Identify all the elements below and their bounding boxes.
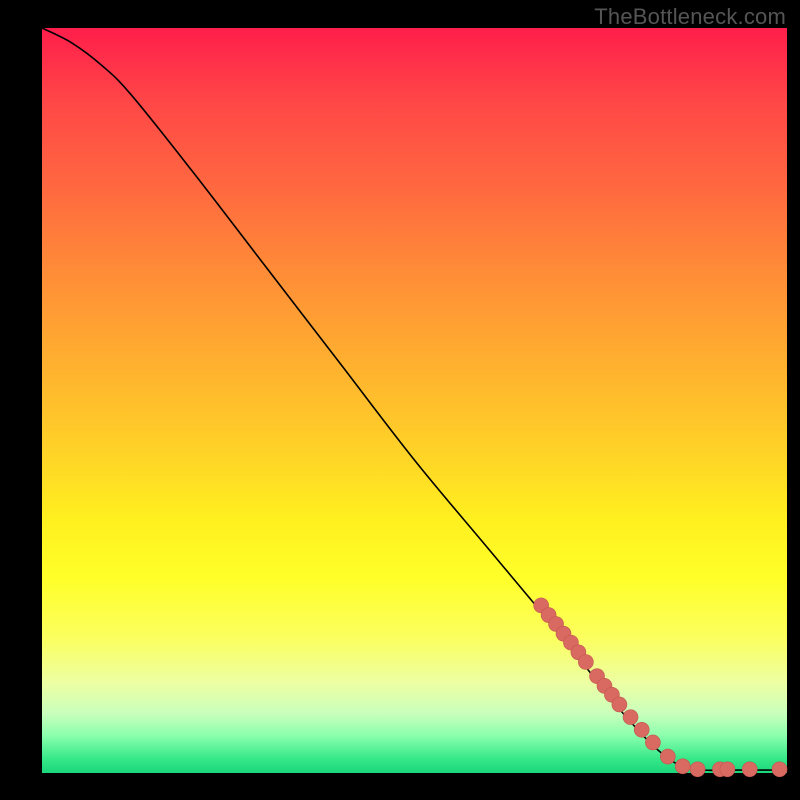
data-point (675, 759, 690, 774)
chart-svg (42, 28, 787, 773)
data-point (623, 710, 638, 725)
data-point (578, 654, 593, 669)
watermark-label: TheBottleneck.com (594, 4, 786, 30)
bottleneck-curve (42, 28, 787, 770)
data-point (660, 749, 675, 764)
plot-area (42, 28, 787, 773)
chart-frame: TheBottleneck.com (0, 0, 800, 800)
data-point (720, 762, 735, 777)
data-point (742, 762, 757, 777)
data-point (612, 697, 627, 712)
data-points-group (534, 598, 787, 777)
data-point (690, 762, 705, 777)
data-point (772, 762, 787, 777)
data-point (645, 735, 660, 750)
data-point (634, 722, 649, 737)
